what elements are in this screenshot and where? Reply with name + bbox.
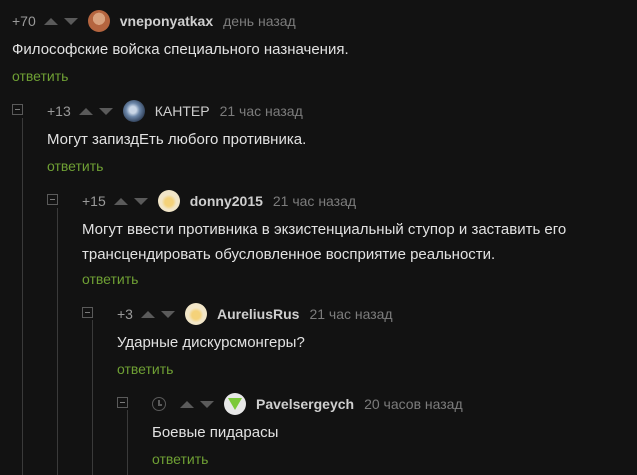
- comment-time[interactable]: 21 час назад: [273, 193, 356, 209]
- vote-controls: [180, 400, 214, 408]
- collapse-icon[interactable]: [12, 104, 23, 115]
- collapse-icon[interactable]: [117, 397, 128, 408]
- thread-line-level-1: [22, 118, 23, 475]
- clock-icon: [152, 397, 166, 411]
- downvote-arrow-icon[interactable]: [98, 107, 113, 115]
- username[interactable]: КАНТЕР: [155, 103, 210, 119]
- reply-link[interactable]: ответить: [47, 158, 103, 174]
- comment-header: +70 vneponyatkax день назад: [12, 9, 296, 33]
- avatar[interactable]: [224, 393, 246, 415]
- downvote-arrow-icon[interactable]: [63, 17, 78, 25]
- thread-line-level-3: [92, 320, 93, 475]
- thread-line-level-4: [127, 410, 128, 475]
- thread-line-level-2: [57, 208, 58, 475]
- upvote-arrow-icon[interactable]: [43, 17, 58, 25]
- avatar[interactable]: [87, 10, 110, 32]
- upvote-arrow-icon[interactable]: [113, 197, 128, 205]
- reply-link[interactable]: ответить: [12, 68, 68, 84]
- upvote-arrow-icon[interactable]: [180, 400, 194, 408]
- reply-link[interactable]: ответить: [152, 451, 208, 467]
- comment-rating: +70: [12, 13, 36, 29]
- comment-time[interactable]: 21 час назад: [220, 103, 303, 119]
- comment-text: Ударные дискурсмонгеры?: [117, 334, 305, 351]
- vote-controls: [140, 310, 175, 318]
- comment-header: +13 КАНТЕР 21 час назад: [47, 99, 303, 123]
- avatar[interactable]: [122, 100, 145, 122]
- collapse-icon[interactable]: [82, 307, 93, 318]
- collapse-icon[interactable]: [47, 194, 58, 205]
- reply-link[interactable]: ответить: [82, 271, 138, 287]
- username[interactable]: donny2015: [190, 193, 263, 209]
- comment-time[interactable]: 20 часов назад: [364, 396, 463, 412]
- comment-text: Могут запиздЕть любого противника.: [47, 131, 307, 148]
- comment-header: Pavelsergeych 20 часов назад: [152, 392, 463, 416]
- comment-time[interactable]: день назад: [223, 13, 296, 29]
- avatar[interactable]: [157, 190, 180, 212]
- avatar[interactable]: [184, 303, 207, 325]
- comment-time[interactable]: 21 час назад: [309, 306, 392, 322]
- upvote-arrow-icon[interactable]: [140, 310, 155, 318]
- comment-header: +3 AureliusRus 21 час назад: [117, 302, 393, 326]
- comment-text: Могут ввести противника в экзистенциальн…: [82, 221, 567, 263]
- vote-controls: [113, 197, 148, 205]
- comment-header: +15 donny2015 21 час назад: [82, 189, 356, 213]
- downvote-arrow-icon[interactable]: [160, 310, 175, 318]
- username[interactable]: Pavelsergeych: [256, 396, 354, 412]
- comment-rating: +13: [47, 103, 71, 119]
- avatar-emblem-icon: [228, 398, 242, 410]
- username[interactable]: vneponyatkax: [120, 13, 213, 29]
- comment-text: Философские войска специального назначен…: [12, 41, 349, 58]
- downvote-arrow-icon[interactable]: [133, 197, 148, 205]
- vote-controls: [78, 107, 113, 115]
- comment-rating: +15: [82, 193, 106, 209]
- upvote-arrow-icon[interactable]: [78, 107, 93, 115]
- reply-link[interactable]: ответить: [117, 361, 173, 377]
- downvote-arrow-icon[interactable]: [200, 400, 214, 408]
- comment-rating: +3: [117, 306, 133, 322]
- comment-text: Боевые пидарасы: [152, 424, 279, 441]
- username[interactable]: AureliusRus: [217, 306, 299, 322]
- vote-controls: [43, 17, 78, 25]
